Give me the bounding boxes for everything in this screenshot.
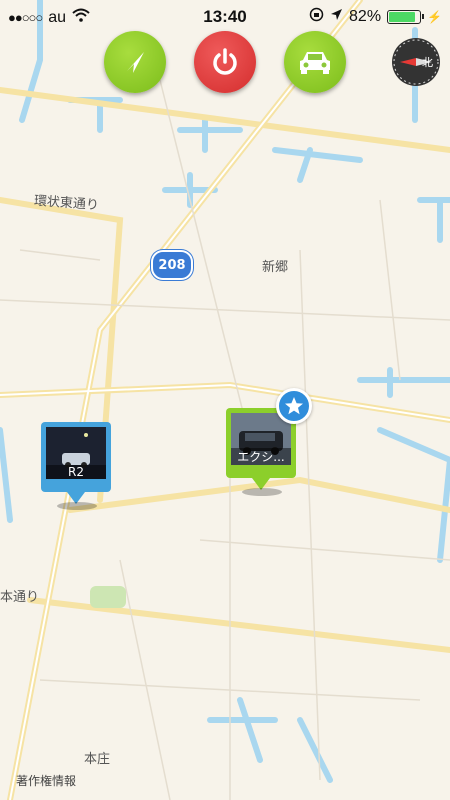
- map-canvas[interactable]: [0, 0, 450, 800]
- pin-frame: R2: [41, 422, 111, 492]
- charging-icon: ⚡: [427, 10, 442, 24]
- star-icon: [285, 397, 303, 415]
- route-shield: 208: [151, 250, 193, 280]
- compass-icon: 北: [393, 39, 439, 85]
- area-label: 本庄: [84, 752, 111, 767]
- park-area: [90, 586, 126, 608]
- car-button[interactable]: [284, 31, 346, 93]
- status-bar: ●●○○○ au 13:40 82% ⚡: [0, 0, 450, 34]
- compass-button[interactable]: 北: [392, 38, 440, 86]
- pin-caption: R2: [46, 465, 106, 479]
- car-photo: R2: [46, 427, 106, 479]
- street-label: 本通り: [0, 590, 40, 605]
- status-right: 82% ⚡: [309, 7, 442, 27]
- battery-percent: 82%: [349, 8, 382, 25]
- arrow-icon: [127, 52, 144, 73]
- area-label: 新郷: [262, 260, 289, 275]
- pin-shadow: [242, 488, 282, 496]
- navigate-button[interactable]: [104, 31, 166, 93]
- car-icon: [300, 52, 330, 74]
- car-photo: エクシ...: [231, 413, 291, 465]
- power-button[interactable]: [194, 31, 256, 93]
- pin-shadow: [57, 502, 97, 510]
- favorite-badge[interactable]: [276, 388, 312, 424]
- location-arrow-icon: [330, 8, 343, 26]
- rotation-lock-icon: [309, 7, 324, 27]
- battery-icon: [387, 10, 425, 24]
- legal-link[interactable]: 著作権情報: [16, 772, 76, 789]
- pin-caption: エクシ...: [231, 448, 291, 465]
- svg-text:北: 北: [422, 56, 433, 69]
- car-pin[interactable]: R2: [41, 422, 111, 510]
- power-icon: [213, 48, 237, 75]
